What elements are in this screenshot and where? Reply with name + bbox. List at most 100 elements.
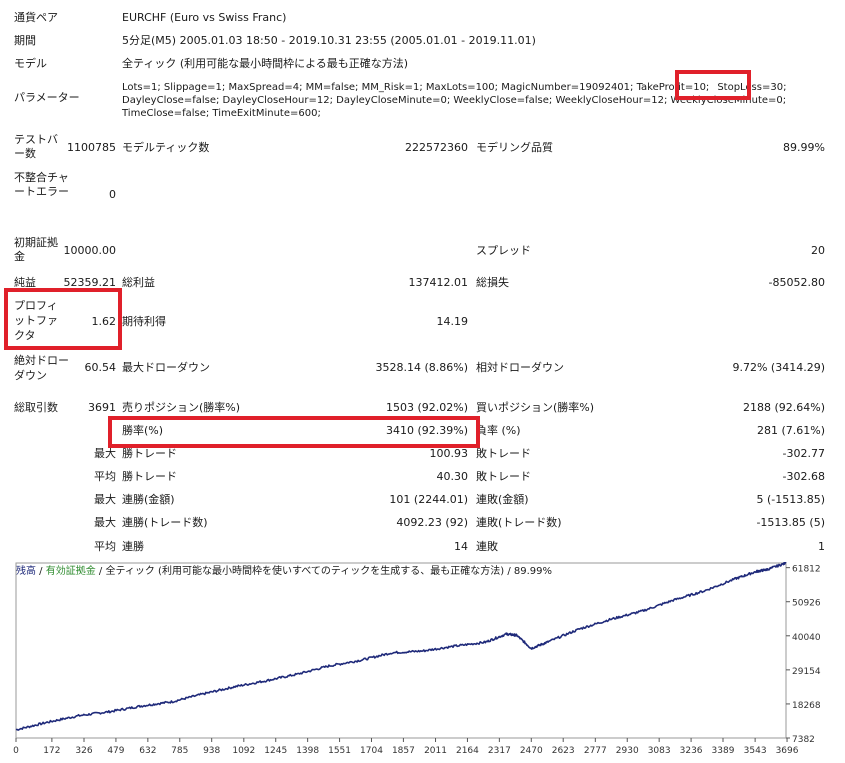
- spread-label: スプレッド: [476, 244, 531, 257]
- x-tick-label: 2317: [488, 746, 511, 756]
- period-label: 期間: [14, 34, 36, 47]
- x-tick-label: 2623: [552, 746, 575, 756]
- conswin-count-label: 連勝(トレード数): [122, 516, 208, 529]
- mismatch-value: 0: [109, 188, 116, 201]
- x-tick-label: 632: [139, 746, 156, 756]
- maxloss-value: -302.77: [782, 447, 825, 460]
- plot-frame: [15, 562, 787, 739]
- ticks-label: モデルティック数: [122, 141, 210, 154]
- long-value: 2188 (92.64%): [742, 401, 825, 414]
- reldd-value: 9.72% (3414.29): [732, 361, 825, 374]
- y-tick-label: 29154: [792, 667, 821, 677]
- chart-legend: 残高 / 有効証拠金 / 全ティック (利用可能な最小時間枠を使いすべてのティッ…: [16, 566, 553, 577]
- params-label: パラメーター: [14, 91, 80, 104]
- model-value: 全ティック (利用可能な最小時間枠による最も正確な方法): [122, 57, 409, 70]
- quality-label: モデリング品質: [476, 141, 553, 154]
- avgloss-value: -302.68: [782, 470, 825, 483]
- deposit-label: 初期証拠金: [14, 236, 58, 263]
- payoff-value: 14.19: [436, 315, 469, 328]
- bars-label: テストバー数: [14, 133, 58, 160]
- short-value: 1503 (92.02%): [385, 401, 468, 414]
- grossprofit-value: 137412.01: [408, 276, 469, 289]
- x-tick-label: 2011: [424, 746, 447, 756]
- x-tick-label: 326: [75, 746, 92, 756]
- model-label: モデル: [14, 57, 47, 70]
- stoploss-highlight-box: [675, 70, 751, 100]
- maxwin-label: 勝トレード: [122, 447, 177, 460]
- avg-qualifier-2: 平均: [94, 540, 116, 553]
- x-tick-label: 2164: [456, 746, 479, 756]
- maxdd-label: 最大ドローダウン: [122, 361, 210, 374]
- y-tick-label: 18268: [792, 701, 821, 711]
- grossloss-label: 総損失: [476, 276, 509, 289]
- lossrate-label: 負率 (%): [476, 424, 521, 437]
- balance-chart: 残高 / 有効証拠金 / 全ティック (利用可能な最小時間枠を使いすべてのティッ…: [10, 561, 835, 760]
- avg-conswin-label: 連勝: [122, 540, 144, 553]
- x-tick-label: 3236: [680, 746, 703, 756]
- chart-plot: 7382 18268 29154 40040 50926 61812 0 172 326 479 6…: [13, 561, 821, 756]
- consloss-count-value: -1513.85 (5): [756, 516, 825, 529]
- bars-value: 1100785: [67, 141, 116, 154]
- max-qualifier-3: 最大: [94, 516, 116, 529]
- avgwin-value: 40.30: [436, 470, 469, 483]
- x-tick-label: 0: [13, 746, 19, 756]
- lossrate-value: 281 (7.61%): [756, 424, 825, 437]
- avgwin-label: 勝トレード: [122, 470, 177, 483]
- maxwin-value: 100.93: [429, 447, 469, 460]
- maxloss-label: 敗トレード: [476, 447, 531, 460]
- conswin-amount-label: 連勝(金額): [122, 493, 175, 506]
- x-tick-label: 2930: [616, 746, 639, 756]
- payoff-label: 期待利得: [122, 315, 166, 328]
- y-tick-label: 61812: [792, 565, 821, 575]
- trades-label: 総取引数: [14, 401, 58, 414]
- y-tick-label: 7382: [792, 735, 815, 745]
- consloss-amount-value: 5 (-1513.85): [756, 493, 825, 506]
- absdd-value: 60.54: [84, 361, 117, 374]
- long-label: 買いポジション(勝率%): [476, 401, 595, 414]
- conswin-count-value: 4092.23 (92): [396, 516, 468, 529]
- max-qualifier: 最大: [94, 447, 116, 460]
- grossprofit-label: 総利益: [122, 276, 155, 289]
- x-tick-label: 938: [203, 746, 220, 756]
- period-value: 5分足(M5) 2005.01.03 18:50 - 2019.10.31 23…: [122, 34, 536, 47]
- ticks-value: 222572360: [405, 141, 468, 154]
- params-line-3: TimeClose=false; TimeExitMinute=600;: [122, 108, 321, 119]
- max-qualifier-2: 最大: [94, 493, 116, 506]
- spread-value: 20: [811, 244, 825, 257]
- consloss-amount-label: 連敗(金額): [476, 493, 529, 506]
- grossloss-value: -85052.80: [768, 276, 825, 289]
- x-tick-label: 3543: [744, 746, 767, 756]
- consloss-count-label: 連敗(トレード数): [476, 516, 562, 529]
- y-tick-label: 40040: [792, 633, 821, 643]
- trades-value: 3691: [88, 401, 116, 414]
- y-tick-label: 50926: [792, 599, 821, 609]
- maxdd-value: 3528.14 (8.86%): [375, 361, 468, 374]
- quality-value: 89.99%: [783, 141, 825, 154]
- x-tick-label: 479: [107, 746, 124, 756]
- x-tick-label: 1704: [360, 746, 383, 756]
- x-tick-label: 1092: [232, 746, 255, 756]
- conswin-amount-value: 101 (2244.01): [389, 493, 468, 506]
- legend-model: 全ティック (利用可能な最小時間枠を使いすべてのティックを生成する、最も正確な方…: [105, 566, 505, 577]
- legend-balance: 残高: [16, 566, 36, 577]
- x-tick-label: 1551: [328, 746, 351, 756]
- avg-consloss-value: 1: [818, 540, 825, 553]
- x-tick-label: 3389: [712, 746, 735, 756]
- reldd-label: 相対ドローダウン: [476, 361, 564, 374]
- x-tick-label: 2470: [520, 746, 543, 756]
- x-tick-label: 1245: [264, 746, 287, 756]
- avg-qualifier: 平均: [94, 470, 116, 483]
- short-label: 売りポジション(勝率%): [122, 401, 241, 414]
- x-tick-label: 1398: [296, 746, 319, 756]
- winrate-highlight-box: [108, 416, 480, 448]
- x-tick-label: 1857: [392, 746, 415, 756]
- x-tick-label: 3083: [648, 746, 671, 756]
- avg-consloss-label: 連敗: [476, 540, 498, 553]
- avgloss-label: 敗トレード: [476, 470, 531, 483]
- legend-quality: 89.99%: [513, 566, 553, 577]
- deposit-value: 10000.00: [63, 244, 117, 257]
- symbol-label: 通貨ペア: [14, 11, 58, 24]
- x-tick-label: 785: [171, 746, 188, 756]
- x-tick-label: 2777: [584, 746, 607, 756]
- x-tick-label: 172: [43, 746, 60, 756]
